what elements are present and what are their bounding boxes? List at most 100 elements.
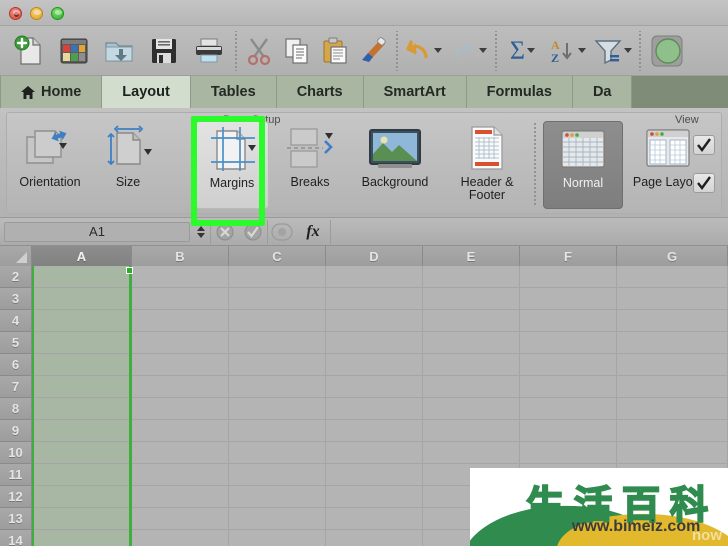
tab-smartart[interactable]: SmartArt bbox=[363, 76, 467, 108]
cell-G6[interactable] bbox=[617, 354, 728, 376]
cell-D11[interactable] bbox=[326, 464, 423, 486]
selection-fill-handle[interactable] bbox=[126, 267, 133, 274]
cell-F5[interactable] bbox=[520, 332, 617, 354]
cell-D5[interactable] bbox=[326, 332, 423, 354]
row-header-14[interactable]: 14 bbox=[0, 530, 32, 546]
size-button[interactable]: Size bbox=[91, 121, 165, 209]
cell-A2[interactable] bbox=[32, 266, 132, 288]
cell-A5[interactable] bbox=[32, 332, 132, 354]
cell-G3[interactable] bbox=[617, 288, 728, 310]
row-header-13[interactable]: 13 bbox=[0, 508, 32, 530]
cell-F2[interactable] bbox=[520, 266, 617, 288]
cell-E3[interactable] bbox=[423, 288, 520, 310]
cell-D4[interactable] bbox=[326, 310, 423, 332]
cell-D12[interactable] bbox=[326, 486, 423, 508]
row-header-5[interactable]: 5 bbox=[0, 332, 32, 354]
undo-dropdown-arrow[interactable] bbox=[433, 48, 442, 53]
filter-dropdown-arrow[interactable] bbox=[623, 48, 632, 53]
cell-C8[interactable] bbox=[229, 398, 326, 420]
cell-D13[interactable] bbox=[326, 508, 423, 530]
cell-B10[interactable] bbox=[132, 442, 229, 464]
cell-C5[interactable] bbox=[229, 332, 326, 354]
new-document-button[interactable] bbox=[6, 29, 51, 73]
cell-B9[interactable] bbox=[132, 420, 229, 442]
cell-G5[interactable] bbox=[617, 332, 728, 354]
margins-button[interactable]: Margins bbox=[195, 121, 269, 209]
formula-builder-button[interactable] bbox=[268, 220, 296, 244]
cell-C12[interactable] bbox=[229, 486, 326, 508]
cell-C13[interactable] bbox=[229, 508, 326, 530]
column-header-G[interactable]: G bbox=[617, 246, 728, 266]
cell-F7[interactable] bbox=[520, 376, 617, 398]
orientation-button[interactable]: Orientation bbox=[13, 121, 87, 209]
cell-A6[interactable] bbox=[32, 354, 132, 376]
column-header-C[interactable]: C bbox=[229, 246, 326, 266]
row-header-12[interactable]: 12 bbox=[0, 486, 32, 508]
tab-formulas[interactable]: Formulas bbox=[466, 76, 573, 108]
cell-A8[interactable] bbox=[32, 398, 132, 420]
cell-B4[interactable] bbox=[132, 310, 229, 332]
cell-C14[interactable] bbox=[229, 530, 326, 546]
zoom-button[interactable] bbox=[51, 7, 64, 20]
name-box-stepper[interactable] bbox=[192, 221, 210, 243]
format-painter-button[interactable] bbox=[354, 29, 392, 73]
cell-D6[interactable] bbox=[326, 354, 423, 376]
tab-charts[interactable]: Charts bbox=[276, 76, 364, 108]
cell-D2[interactable] bbox=[326, 266, 423, 288]
undo-button[interactable] bbox=[401, 29, 446, 73]
redo-dropdown-arrow[interactable] bbox=[478, 48, 487, 53]
cell-F4[interactable] bbox=[520, 310, 617, 332]
cell-G2[interactable] bbox=[617, 266, 728, 288]
open-folder-button[interactable] bbox=[96, 29, 141, 73]
cell-D7[interactable] bbox=[326, 376, 423, 398]
cell-C9[interactable] bbox=[229, 420, 326, 442]
tab-tables[interactable]: Tables bbox=[190, 76, 277, 108]
cut-button[interactable] bbox=[240, 29, 278, 73]
copy-button[interactable] bbox=[278, 29, 316, 73]
print-button[interactable] bbox=[186, 29, 231, 73]
cell-B3[interactable] bbox=[132, 288, 229, 310]
row-header-11[interactable]: 11 bbox=[0, 464, 32, 486]
cell-E10[interactable] bbox=[423, 442, 520, 464]
cancel-formula-button[interactable] bbox=[211, 220, 239, 244]
cell-E9[interactable] bbox=[423, 420, 520, 442]
column-header-B[interactable]: B bbox=[132, 246, 229, 266]
cell-E5[interactable] bbox=[423, 332, 520, 354]
cell-F9[interactable] bbox=[520, 420, 617, 442]
cell-B12[interactable] bbox=[132, 486, 229, 508]
cell-F3[interactable] bbox=[520, 288, 617, 310]
cell-A11[interactable] bbox=[32, 464, 132, 486]
cell-B8[interactable] bbox=[132, 398, 229, 420]
cell-F6[interactable] bbox=[520, 354, 617, 376]
paste-button[interactable] bbox=[316, 29, 354, 73]
template-gallery-button[interactable] bbox=[51, 29, 96, 73]
row-header-4[interactable]: 4 bbox=[0, 310, 32, 332]
row-header-10[interactable]: 10 bbox=[0, 442, 32, 464]
cell-E8[interactable] bbox=[423, 398, 520, 420]
minimize-button[interactable] bbox=[30, 7, 43, 20]
cell-C6[interactable] bbox=[229, 354, 326, 376]
filter-button[interactable] bbox=[590, 29, 635, 73]
cell-F8[interactable] bbox=[520, 398, 617, 420]
column-header-D[interactable]: D bbox=[326, 246, 423, 266]
column-header-E[interactable]: E bbox=[423, 246, 520, 266]
cell-E7[interactable] bbox=[423, 376, 520, 398]
normal-view-button[interactable]: Normal bbox=[543, 121, 623, 209]
redo-button[interactable] bbox=[446, 29, 491, 73]
cell-E4[interactable] bbox=[423, 310, 520, 332]
cell-B13[interactable] bbox=[132, 508, 229, 530]
cell-C2[interactable] bbox=[229, 266, 326, 288]
name-box[interactable]: A1 bbox=[4, 221, 190, 242]
cell-D3[interactable] bbox=[326, 288, 423, 310]
row-header-3[interactable]: 3 bbox=[0, 288, 32, 310]
formula-input[interactable] bbox=[331, 218, 728, 246]
cell-G10[interactable] bbox=[617, 442, 728, 464]
row-header-8[interactable]: 8 bbox=[0, 398, 32, 420]
row-header-9[interactable]: 9 bbox=[0, 420, 32, 442]
tab-layout[interactable]: Layout bbox=[102, 76, 191, 108]
cell-G7[interactable] bbox=[617, 376, 728, 398]
insert-function-button[interactable]: fx bbox=[296, 220, 330, 244]
cell-D14[interactable] bbox=[326, 530, 423, 546]
close-button[interactable] bbox=[9, 7, 22, 20]
cell-D9[interactable] bbox=[326, 420, 423, 442]
